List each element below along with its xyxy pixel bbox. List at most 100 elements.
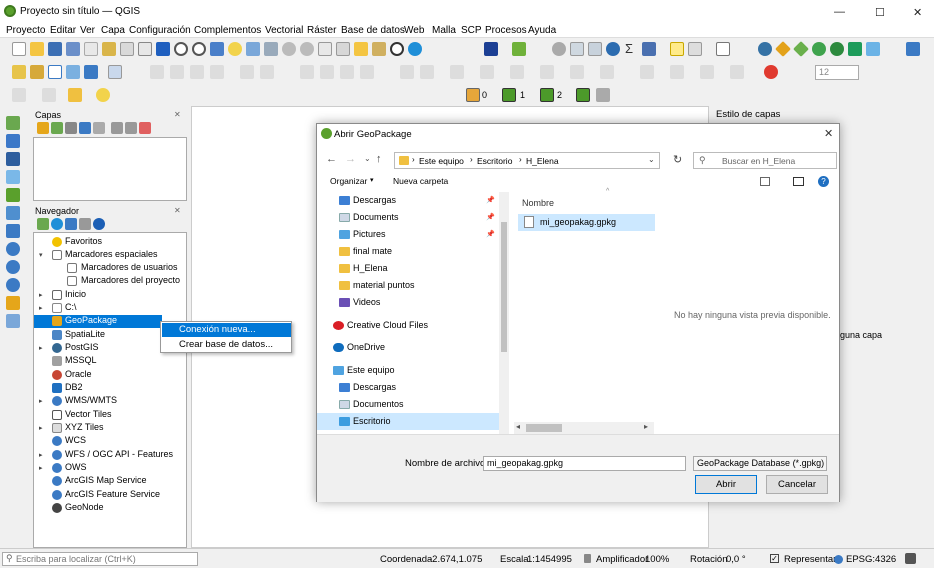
label-tool-2-icon[interactable] <box>670 65 684 79</box>
new-map-view-icon[interactable] <box>318 42 332 56</box>
layout-manager-icon[interactable] <box>102 42 116 56</box>
search-box[interactable]: ⚲ Buscar en H_Elena <box>693 152 837 169</box>
nav-item-escritorio[interactable]: Escritorio <box>317 413 499 430</box>
nav-item-descargas-2[interactable]: Descargas <box>317 379 499 396</box>
nav-item-h-elena[interactable]: H_Elena <box>317 260 499 277</box>
menu-ayuda[interactable]: Ayuda <box>528 25 556 36</box>
scroll-left-icon[interactable]: ◂ <box>516 422 520 431</box>
menu-web[interactable]: Web <box>404 25 424 36</box>
file-list-hscrollbar[interactable]: ◂ ▸ <box>514 422 654 434</box>
browser-item-wcs[interactable]: WCS <box>34 435 186 448</box>
magnifier-value[interactable]: 100% <box>645 554 669 565</box>
annotation-icon[interactable] <box>688 42 702 56</box>
column-header-nombre[interactable]: Nombre <box>522 198 554 208</box>
refresh-icon[interactable] <box>408 42 422 56</box>
snap-arrow-2-icon[interactable] <box>540 88 554 102</box>
browser-item-db2[interactable]: DB2 <box>34 382 186 395</box>
nav-pane-scrollbar[interactable] <box>499 192 509 434</box>
back-arrow-icon[interactable]: ← <box>326 153 337 165</box>
menu-item-crear-base[interactable]: Crear base de datos... <box>162 338 291 352</box>
advanced-tool-1-icon[interactable] <box>400 65 414 79</box>
close-window-button[interactable]: ✕ <box>913 6 922 19</box>
add-polygon-icon[interactable] <box>84 65 98 79</box>
add-delimited-text-icon[interactable] <box>6 170 20 184</box>
menu-item-conexion-nueva[interactable]: Conexión nueva... <box>162 323 291 337</box>
help-icon[interactable] <box>484 42 498 56</box>
copy-features-icon[interactable] <box>190 65 204 79</box>
collapsed-arrow-icon[interactable]: ▸ <box>39 464 43 472</box>
collapse-all-icon[interactable] <box>125 122 137 134</box>
browser-item-arcgis-map[interactable]: ArcGIS Map Service <box>34 475 186 488</box>
zoom-native-icon[interactable] <box>264 42 278 56</box>
collapsed-arrow-icon[interactable]: ▸ <box>39 424 43 432</box>
statistics-sigma-icon[interactable]: Σ <box>625 41 633 56</box>
browser-item-marcadores-proyecto[interactable]: Marcadores del proyecto <box>34 275 186 288</box>
digitize-tool-3-icon[interactable] <box>340 65 354 79</box>
breadcrumb-h-elena[interactable]: H_Elena <box>526 156 559 166</box>
collapsed-arrow-icon[interactable]: ▸ <box>39 451 43 459</box>
label-tool-3-icon[interactable] <box>700 65 714 79</box>
filename-input[interactable]: mi_geopakag.gpkg <box>483 456 686 471</box>
view-options-icon[interactable] <box>760 177 770 186</box>
zoom-selection-icon[interactable] <box>228 42 242 56</box>
browser-item-arcgis-feature[interactable]: ArcGIS Feature Service <box>34 489 186 502</box>
attribute-table-icon[interactable] <box>570 42 584 56</box>
zoom-full-icon[interactable] <box>210 42 224 56</box>
add-raster-layer-icon[interactable] <box>6 134 20 148</box>
digitize-tool-2-icon[interactable] <box>320 65 334 79</box>
paste-features-icon[interactable] <box>210 65 224 79</box>
preview-pane-icon[interactable] <box>793 177 804 186</box>
browser-item-wfs[interactable]: ▸ WFS / OGC API - Features <box>34 449 186 462</box>
recent-locations-chevron-icon[interactable]: ⌄ <box>364 154 371 163</box>
nav-item-onedrive[interactable]: OneDrive <box>317 339 499 356</box>
add-point-icon[interactable] <box>48 65 62 79</box>
plugin-round-icon[interactable] <box>812 42 826 56</box>
snapping-tolerance-input[interactable]: 12 <box>815 65 859 80</box>
lock-icon[interactable] <box>584 554 591 563</box>
label-tool-1-icon[interactable] <box>640 65 654 79</box>
menu-configuracion[interactable]: Configuración <box>129 25 191 36</box>
browser-item-geonode[interactable]: GeoNode <box>34 502 186 515</box>
pan-hand-icon[interactable] <box>138 42 152 56</box>
dialog-close-icon[interactable]: ✕ <box>824 127 833 140</box>
coordinate-value[interactable]: -2.674,1.075 <box>429 554 482 565</box>
expanded-arrow-icon[interactable]: ▾ <box>39 251 43 259</box>
open-layer-styling-icon[interactable] <box>37 122 49 134</box>
zoom-layer-icon[interactable] <box>246 42 260 56</box>
file-row-gpkg[interactable]: mi_geopakag.gpkg <box>518 214 655 231</box>
deselect-icon[interactable] <box>68 88 82 102</box>
processing-gear-icon[interactable] <box>606 42 620 56</box>
layers-tree[interactable] <box>33 137 187 201</box>
delete-selected-icon[interactable] <box>150 65 164 79</box>
add-group-icon[interactable] <box>51 122 63 134</box>
redo-icon[interactable] <box>260 65 274 79</box>
help-icon[interactable]: ? <box>818 176 829 187</box>
add-wfs-icon[interactable] <box>6 278 20 292</box>
browser-item-wms[interactable]: ▸ WMS/WMTS <box>34 395 186 408</box>
collapsed-arrow-icon[interactable]: ▸ <box>39 291 43 299</box>
breadcrumb-escritorio[interactable]: Escritorio <box>477 156 512 166</box>
maximize-button[interactable]: ☐ <box>875 6 885 19</box>
field-calculator-icon[interactable] <box>588 42 602 56</box>
identify-layer-icon[interactable] <box>512 42 526 56</box>
snap-arrow-3-icon[interactable] <box>576 88 590 102</box>
plugin-diamond-icon[interactable] <box>775 41 791 57</box>
locator-search[interactable]: ⚲ Escriba para localizar (Ctrl+K) <box>2 552 198 566</box>
collapsed-arrow-icon[interactable]: ▸ <box>39 304 43 312</box>
menu-editar[interactable]: Editar <box>50 25 76 36</box>
plugin-extra-icon[interactable] <box>906 42 920 56</box>
nav-item-documents[interactable]: Documents 📌 <box>317 209 499 226</box>
add-mesh-layer-icon[interactable] <box>6 152 20 166</box>
text-annotation-icon[interactable] <box>716 42 730 56</box>
browser-item-oracle[interactable]: Oracle <box>34 369 186 382</box>
cut-features-icon[interactable] <box>170 65 184 79</box>
add-postgis-icon[interactable] <box>6 206 20 220</box>
browser-info-icon[interactable] <box>93 218 105 230</box>
plugin-green-icon[interactable] <box>793 41 809 57</box>
snapping-magnet-icon[interactable] <box>764 65 778 79</box>
nav-item-videos[interactable]: Videos <box>317 294 499 311</box>
new-temp-layer-icon[interactable] <box>6 314 20 328</box>
scroll-thumb[interactable] <box>526 424 562 432</box>
menu-proyecto[interactable]: Proyecto <box>6 25 45 36</box>
refresh-icon[interactable]: ↻ <box>673 153 682 166</box>
